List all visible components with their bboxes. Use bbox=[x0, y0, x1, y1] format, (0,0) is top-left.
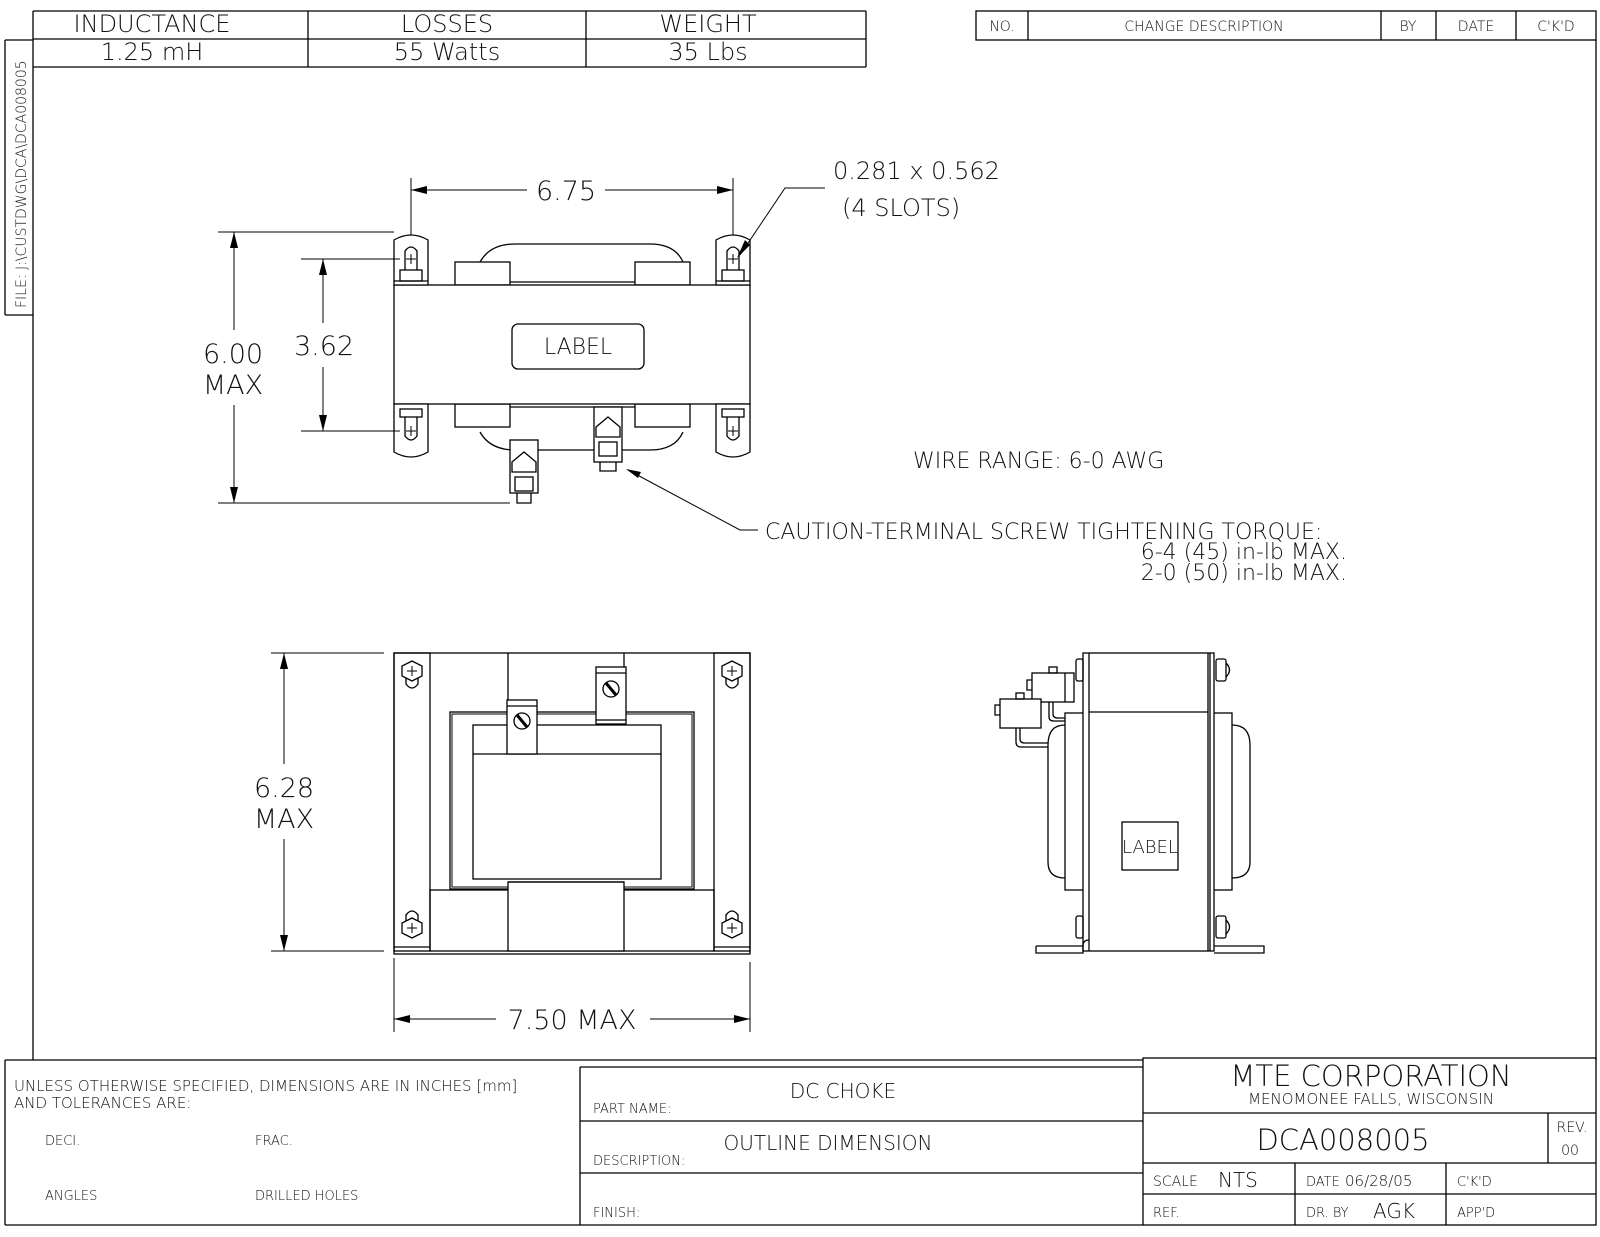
description: OUTLINE DIMENSION bbox=[723, 1131, 932, 1155]
slot-callout-count: (4 SLOTS) bbox=[842, 194, 960, 222]
value-inductance: 1.25 mH bbox=[101, 38, 204, 66]
hex-bolt bbox=[401, 660, 423, 689]
notes: WIRE RANGE: 6-0 AWG CAUTION-TERMINAL SCR… bbox=[765, 449, 1347, 586]
wire-range-note: WIRE RANGE: 6-0 AWG bbox=[913, 449, 1164, 474]
terminal-screw bbox=[506, 699, 538, 755]
dim-height-6-28-max: MAX bbox=[254, 804, 314, 835]
header-weight: WEIGHT bbox=[659, 10, 757, 38]
header-losses: LOSSES bbox=[401, 10, 493, 38]
drilled-holes-label: DRILLED HOLES bbox=[255, 1189, 358, 1204]
terminal-block bbox=[593, 406, 623, 472]
caution-note-line3: 2-0 (50) in-lb MAX. bbox=[1141, 561, 1347, 586]
rev-header-by: BY bbox=[1400, 19, 1417, 35]
scale-label: SCALE bbox=[1153, 1174, 1198, 1190]
ckd-label: C'K'D bbox=[1457, 1175, 1492, 1190]
finish-label: FINISH: bbox=[593, 1206, 640, 1221]
side-view-label: LABEL bbox=[1122, 837, 1178, 858]
terminal-screw bbox=[595, 666, 627, 725]
value-losses: 55 Watts bbox=[394, 38, 500, 66]
dim-slot-spacing-3-62: 3.62 bbox=[294, 331, 354, 362]
drawing-sheet: INDUCTANCE LOSSES WEIGHT 1.25 mH 55 Watt… bbox=[4, 10, 1597, 1226]
part-name: DC CHOKE bbox=[790, 1079, 896, 1103]
frac-label: FRAC. bbox=[255, 1134, 293, 1149]
date-value: 06/28/05 bbox=[1345, 1172, 1412, 1190]
dim-width-7-50-max: 7.50 MAX bbox=[508, 1005, 637, 1036]
revision-table: NO. CHANGE DESCRIPTION BY DATE C'K'D bbox=[975, 10, 1597, 41]
rev-header-no: NO. bbox=[989, 19, 1014, 35]
part-name-label: PART NAME: bbox=[593, 1102, 672, 1117]
file-path-box: FILE: J:\CUSTDWG\DCA\DCA008005 bbox=[4, 39, 33, 316]
mounting-foot bbox=[393, 234, 429, 286]
side-view: LABEL bbox=[994, 652, 1265, 954]
ref-label: REF. bbox=[1153, 1206, 1180, 1221]
dim-height-6-28: 6.28 bbox=[254, 773, 314, 804]
date-label: DATE bbox=[1306, 1175, 1340, 1190]
dim-height-6-00: 6.00 bbox=[203, 339, 263, 370]
front-view: 6.28 MAX 7.50 MAX bbox=[254, 652, 751, 1036]
tolerance-note-line1: UNLESS OTHERWISE SPECIFIED, DIMENSIONS A… bbox=[14, 1077, 517, 1095]
description-label: DESCRIPTION: bbox=[593, 1154, 685, 1169]
rev-label: REV. bbox=[1557, 1120, 1588, 1136]
rev-header-ckd: C'K'D bbox=[1537, 19, 1574, 35]
dim-height-6-00-max: MAX bbox=[203, 370, 263, 401]
tolerance-note-line2: AND TOLERANCES ARE: bbox=[14, 1094, 191, 1112]
deci-label: DECI. bbox=[45, 1134, 80, 1149]
rev-header-date: DATE bbox=[1458, 19, 1494, 35]
hex-bolt bbox=[721, 660, 743, 689]
company-location: MENOMONEE FALLS, WISCONSIN bbox=[1248, 1090, 1494, 1108]
hex-bolt bbox=[721, 910, 743, 939]
top-view-label: LABEL bbox=[544, 335, 612, 360]
dim-width-6-75: 6.75 bbox=[536, 176, 596, 207]
appd-label: APP'D bbox=[1457, 1206, 1495, 1221]
terminal-block bbox=[994, 692, 1048, 748]
value-weight: 35 Lbs bbox=[668, 38, 747, 66]
top-view: LABEL 6.75 6.00 MAX 3.62 0.281 x 0.562 (… bbox=[203, 157, 1000, 531]
angles-label: ANGLES bbox=[45, 1189, 97, 1204]
terminal-block bbox=[509, 439, 539, 504]
scale-value: NTS bbox=[1218, 1168, 1258, 1192]
company-name: MTE CORPORATION bbox=[1230, 1059, 1511, 1093]
title-block: UNLESS OTHERWISE SPECIFIED, DIMENSIONS A… bbox=[5, 1057, 1597, 1226]
drawing-number: DCA008005 bbox=[1256, 1123, 1429, 1157]
sheet-border bbox=[4, 10, 1597, 1225]
mounting-foot bbox=[715, 403, 751, 458]
rev-value: 00 bbox=[1561, 1143, 1579, 1159]
file-path: FILE: J:\CUSTDWG\DCA\DCA008005 bbox=[14, 60, 30, 308]
slot-callout-size: 0.281 x 0.562 bbox=[833, 157, 1000, 185]
dr-by-value: AGK bbox=[1373, 1199, 1415, 1223]
specs-table: INDUCTANCE LOSSES WEIGHT 1.25 mH 55 Watt… bbox=[33, 10, 867, 68]
header-inductance: INDUCTANCE bbox=[74, 10, 231, 38]
dr-by-label: DR. BY bbox=[1306, 1206, 1349, 1221]
hex-bolt bbox=[401, 910, 423, 939]
rev-header-description: CHANGE DESCRIPTION bbox=[1124, 19, 1283, 35]
